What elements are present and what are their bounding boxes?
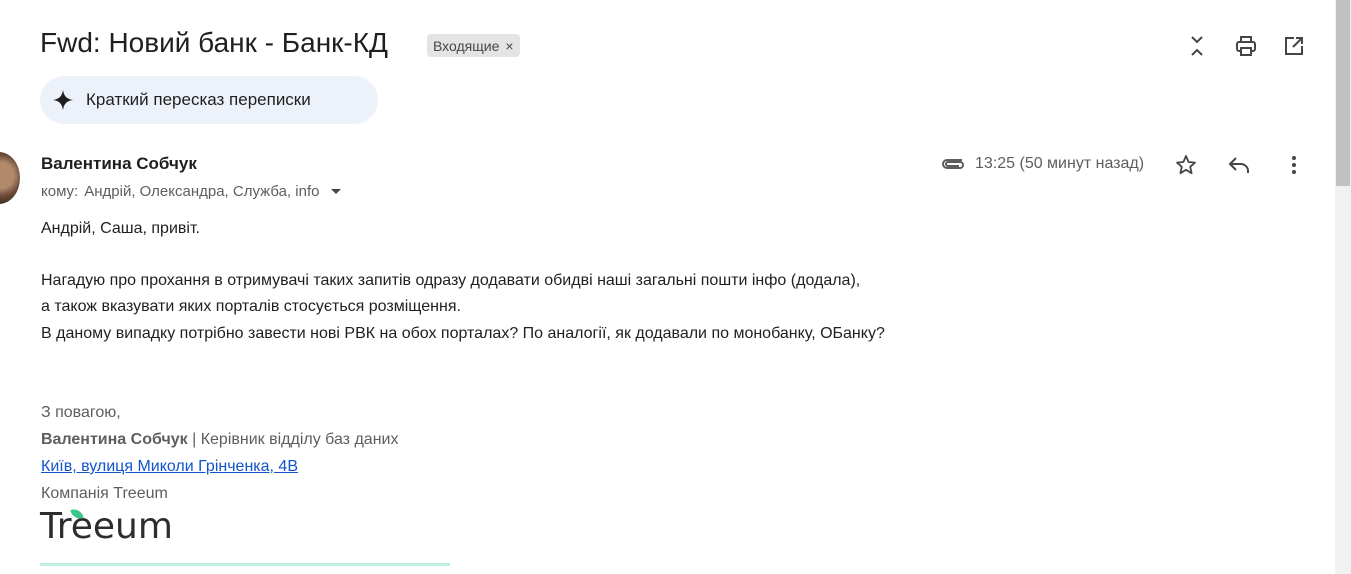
label-chip-text: Входящие: [433, 37, 500, 54]
summarize-thread-label: Краткий пересказ переписки: [86, 90, 311, 109]
signature-company: Компанія Treeum: [41, 485, 168, 502]
company-logo-text: Treeum: [40, 506, 173, 547]
recipients-prefix: кому:: [41, 183, 79, 200]
signature-name-line: Валентина Собчук | Керівник відділу баз …: [41, 431, 398, 449]
message-time: 13:25 (50 минут назад): [975, 155, 1145, 172]
star-icon[interactable]: [1174, 153, 1198, 177]
recipients-line: кому: Андрій, Олександра, Служба, info: [41, 183, 342, 200]
summarize-thread-button[interactable]: Краткий пересказ переписки: [40, 76, 378, 124]
signature-title: | Керівник відділу баз даних: [187, 431, 399, 448]
signature-address-link[interactable]: Київ, вулиця Миколи Грінченка, 4В: [41, 458, 298, 476]
more-vert-icon[interactable]: [1282, 153, 1306, 177]
recipients-list: Андрій, Олександра, Служба, info: [84, 183, 320, 200]
body-line-3: В даному випадку потрібно завести нові Р…: [41, 325, 885, 342]
avatar[interactable]: [0, 152, 20, 204]
signature-closing: З повагою,: [41, 404, 121, 421]
reply-icon[interactable]: [1227, 153, 1251, 177]
logo-underline: [40, 563, 450, 566]
collapse-icon[interactable]: [1185, 34, 1209, 58]
chevron-down-icon[interactable]: [331, 189, 342, 194]
remove-label-icon[interactable]: ×: [505, 38, 513, 54]
body-line-2: а також вказувати яких порталів стосуєть…: [41, 298, 461, 315]
sender-name[interactable]: Валентина Собчук: [41, 154, 197, 174]
open-new-window-icon[interactable]: [1282, 34, 1306, 58]
signature-name: Валентина Собчук: [41, 431, 188, 448]
attachment-icon: [942, 159, 964, 169]
body-greeting: Андрій, Саша, привіт.: [41, 220, 200, 237]
print-icon[interactable]: [1234, 34, 1258, 58]
scrollbar-thumb[interactable]: [1336, 0, 1350, 186]
sparkle-icon: [52, 89, 74, 111]
email-subject: Fwd: Новий банк - Банк-КД: [40, 27, 389, 58]
company-logo: Treeum: [40, 506, 450, 566]
label-chip-inbox[interactable]: Входящие ×: [427, 34, 520, 57]
body-line-1: Нагадую про прохання в отримувачі таких …: [41, 272, 861, 289]
